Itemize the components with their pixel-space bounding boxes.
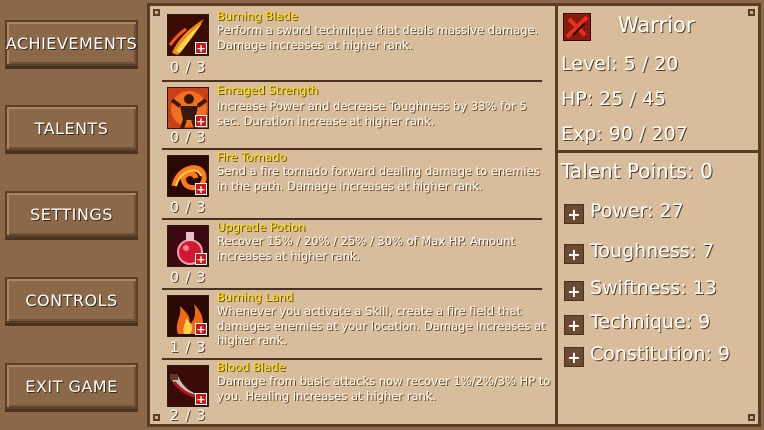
exp-text: Exp: 90 / 207 xyxy=(561,123,688,145)
talent-rank: 0 / 3 xyxy=(170,130,207,146)
achievements-button[interactable]: ACHIEVEMENTS xyxy=(5,20,138,66)
talent-name: Burning Blade xyxy=(217,9,298,23)
talent-description: Damage from basic attacks now recover 1%… xyxy=(217,374,551,403)
settings-button[interactable]: SETTINGS xyxy=(5,191,138,237)
fire-tornado-icon[interactable]: + xyxy=(167,155,209,197)
burning-blade-icon[interactable]: + xyxy=(167,14,209,56)
power-stat: Power: 27 xyxy=(590,200,684,222)
talents-button[interactable]: TALENTS xyxy=(5,105,138,151)
talent-description: Recover 15% / 20% / 25% / 30% of Max HP.… xyxy=(217,234,516,263)
talent-description: Perform a sword technique that deals mas… xyxy=(217,23,539,52)
swiftness-stat: Swiftness: 13 xyxy=(590,277,717,299)
upgrade-plus-icon[interactable]: + xyxy=(195,253,207,265)
toughness-plus-button[interactable]: + xyxy=(564,244,584,264)
talent-name: Enraged Strength xyxy=(217,83,319,97)
panel-corner xyxy=(153,414,160,421)
controls-button[interactable]: CONTROLS xyxy=(5,277,138,323)
character-class-name: Warrior xyxy=(618,13,695,37)
toughness-stat: Toughness: 7 xyxy=(590,240,715,262)
burning-land-icon[interactable]: + xyxy=(167,295,209,337)
talent-description: Whenever you activate a Skill, create a … xyxy=(217,304,546,347)
talent-name: Upgrade Potion xyxy=(217,220,306,234)
talent-rank: 0 / 3 xyxy=(170,60,207,76)
talent-row-upgrade-potion: + Upgrade Potion Recover 15% / 20% / 25%… xyxy=(162,220,542,290)
blood-blade-icon[interactable]: + xyxy=(167,365,209,407)
talent-description: Increase Power and decrease Toughness by… xyxy=(217,99,527,128)
hp-text: HP: 25 / 45 xyxy=(561,88,667,110)
potion-icon[interactable]: + xyxy=(167,225,209,267)
talent-row-burning-land: + Burning Land Whenever you activate a S… xyxy=(162,290,546,360)
talent-rank: 2 / 3 xyxy=(170,408,207,424)
talent-rank: 0 / 3 xyxy=(170,270,207,286)
talent-points-text: Talent Points: 0 xyxy=(561,159,713,183)
talent-name: Fire Tornado xyxy=(217,150,287,164)
talent-name: Blood Blade xyxy=(217,360,286,374)
swiftness-plus-button[interactable]: + xyxy=(564,281,584,301)
exit-game-button[interactable]: EXIT GAME xyxy=(5,363,138,409)
stats-divider xyxy=(558,150,758,153)
talent-row-fire-tornado: + Fire Tornado Send a fire tornado forwa… xyxy=(162,150,542,220)
power-plus-button[interactable]: + xyxy=(564,204,584,224)
technique-plus-button[interactable]: + xyxy=(564,315,584,335)
panel-corner xyxy=(748,9,755,16)
talent-row-blood-blade: + Blood Blade Damage from basic attacks … xyxy=(162,360,550,424)
talent-rank: 1 / 3 xyxy=(170,340,207,356)
upgrade-plus-icon[interactable]: + xyxy=(195,183,207,195)
level-text: Level: 5 / 20 xyxy=(561,53,679,75)
constitution-plus-button[interactable]: + xyxy=(564,347,584,367)
talent-list-panel: + Burning Blade Perform a sword techniqu… xyxy=(147,3,558,427)
upgrade-plus-icon[interactable]: + xyxy=(195,42,207,54)
talent-row-enraged-strength: + Enraged Strength Increase Power and de… xyxy=(162,82,542,150)
talent-description: Send a fire tornado forward dealing dama… xyxy=(217,164,540,193)
technique-stat: Technique: 9 xyxy=(590,311,711,333)
warrior-class-icon xyxy=(562,12,592,42)
constitution-stat: Constitution: 9 xyxy=(590,343,730,365)
panel-corner xyxy=(153,9,160,16)
upgrade-plus-icon[interactable]: + xyxy=(195,323,207,335)
character-stats-panel: Warrior Level: 5 / 20 HP: 25 / 45 Exp: 9… xyxy=(555,3,761,427)
talent-name: Burning Land xyxy=(217,290,294,304)
talent-row-burning-blade: + Burning Blade Perform a sword techniqu… xyxy=(162,9,542,82)
enraged-strength-icon[interactable]: + xyxy=(167,87,209,129)
upgrade-plus-icon[interactable]: + xyxy=(195,393,207,405)
talent-rank: 0 / 3 xyxy=(170,200,207,216)
upgrade-plus-icon[interactable]: + xyxy=(195,115,207,127)
panel-corner xyxy=(748,414,755,421)
